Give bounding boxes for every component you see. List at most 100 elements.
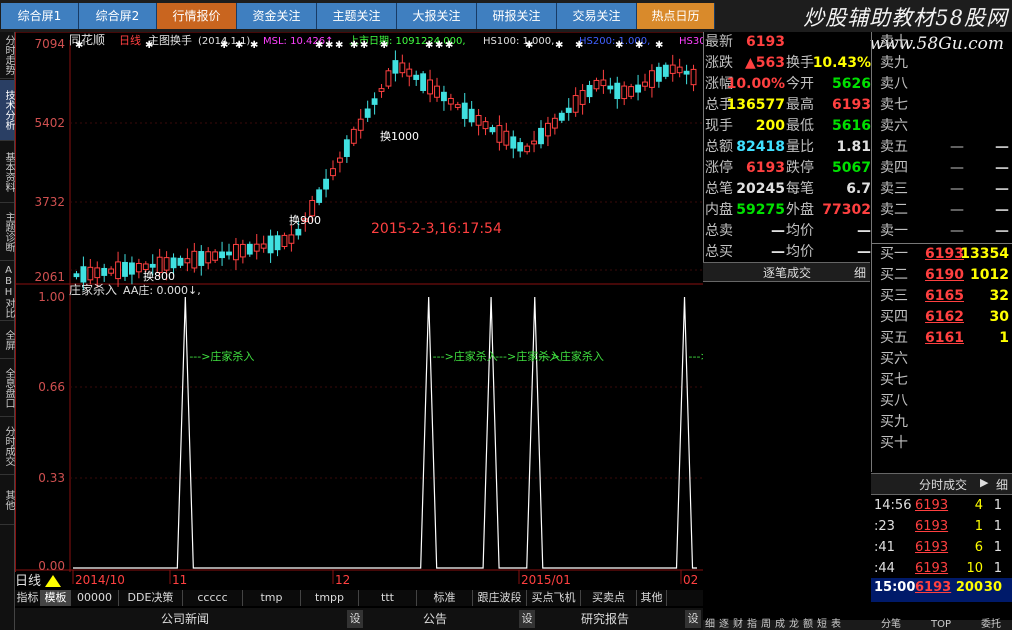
- quote-row: 总手 136577 最高 6193: [704, 95, 871, 116]
- left-tab-0[interactable]: 分时走势: [0, 32, 14, 79]
- quote-value: 6193: [746, 160, 785, 176]
- tick-time: :23: [874, 519, 895, 534]
- left-tab-3[interactable]: 主题诊断: [0, 204, 14, 261]
- tick-count: 1: [993, 540, 1002, 555]
- star-marker-4: ✱: [250, 40, 258, 51]
- news-settings-button-1[interactable]: 设: [519, 610, 535, 628]
- left-tab-5[interactable]: 全屏: [0, 322, 14, 359]
- trade-detail-button[interactable]: 细: [854, 264, 866, 281]
- left-tab-7[interactable]: 分时成交: [0, 418, 14, 475]
- trade-header[interactable]: 逐笔成交 细: [703, 262, 870, 282]
- annotation-2: 换1000: [380, 129, 419, 143]
- news-tab-1[interactable]: 公告: [385, 610, 485, 628]
- left-tab-1[interactable]: 技术分析: [0, 80, 14, 141]
- indicator-tab-11[interactable]: 买卖点: [581, 590, 637, 606]
- quote-label: 最新: [705, 34, 733, 50]
- quote-value-2: —: [857, 223, 871, 239]
- candle-body: [253, 243, 260, 252]
- bottom-tab-6[interactable]: 龙: [789, 620, 799, 630]
- kline-chart[interactable]: 同花顺 日线 主图换手 (2014,1,1) MSL: 10.426↑ 上市日期: 109…: [15, 32, 703, 589]
- star-marker-12: ✱: [435, 40, 443, 51]
- bottom-tab-4[interactable]: 周: [761, 620, 771, 630]
- book-row: 卖四 — —: [872, 158, 1012, 179]
- indicator-tab-2[interactable]: 00000: [71, 590, 119, 606]
- top-tab-4[interactable]: 主题关注: [317, 3, 397, 29]
- indicator-tab-6[interactable]: tmpp: [301, 590, 359, 606]
- top-tab-1[interactable]: 综合屏2: [79, 3, 157, 29]
- candle-body: [108, 268, 115, 274]
- indicator-tab-3[interactable]: DDE决策: [119, 590, 183, 606]
- candle-body: [642, 81, 648, 87]
- top-tab-5[interactable]: 大报关注: [397, 3, 477, 29]
- legend-2: HS100: 1.000,: [483, 36, 554, 47]
- quote-value: ▲563: [745, 55, 785, 71]
- candle-body: [517, 142, 524, 152]
- bottom-tab-10[interactable]: 分笔: [881, 620, 901, 630]
- quote-label: 总卖: [705, 223, 733, 239]
- top-tab-7[interactable]: 交易关注: [557, 3, 637, 29]
- indicator-tab-1[interactable]: 模板: [41, 590, 71, 606]
- candle-body: [621, 85, 628, 100]
- news-settings-button-2[interactable]: 设: [685, 610, 701, 628]
- candle-body: [233, 243, 239, 261]
- indicator-tab-7[interactable]: ttt: [359, 590, 417, 606]
- candle-body: [586, 84, 593, 98]
- bottom-tab-3[interactable]: 指: [747, 620, 757, 630]
- tick-volume: 6: [974, 540, 983, 555]
- bottom-tab-11[interactable]: TOP: [931, 620, 951, 630]
- candle-body: [683, 70, 690, 75]
- tick-header[interactable]: 分时成交 ▶ 细: [871, 473, 1012, 495]
- top-tab-3[interactable]: 资金关注: [237, 3, 317, 29]
- indicator-tab-0[interactable]: 指标: [15, 590, 41, 606]
- book-label: 卖十: [880, 34, 908, 50]
- indicator-tab-8[interactable]: 标准: [417, 590, 473, 606]
- star-marker-2: ✱: [220, 40, 228, 51]
- bottom-tab-2[interactable]: 财: [733, 620, 743, 630]
- tick-count: 1: [993, 561, 1002, 576]
- book-row: 卖六: [872, 116, 1012, 137]
- indicator-tab-10[interactable]: 买点飞机: [527, 590, 581, 606]
- book-label: 卖一: [880, 223, 908, 239]
- indicator-tab-12[interactable]: 其他: [637, 590, 667, 606]
- left-tab-8[interactable]: 其他: [0, 476, 14, 525]
- play-icon[interactable]: ▶: [980, 476, 988, 489]
- indicator-tab-9[interactable]: 跟庄波段: [473, 590, 527, 606]
- candle-body: [441, 91, 447, 102]
- bottom-tab-8[interactable]: 短: [817, 620, 827, 630]
- candle-body: [94, 267, 101, 279]
- candle-body: [135, 262, 142, 273]
- candle-body: [295, 228, 302, 236]
- star-marker-10: ✱: [380, 40, 388, 51]
- news-settings-button-0[interactable]: 设: [347, 610, 363, 628]
- quote-row: 总笔 20245 每笔 6.7: [704, 179, 871, 200]
- candle-body: [337, 157, 343, 163]
- indicator-tab-4[interactable]: ccccc: [183, 590, 243, 606]
- bottom-tab-9[interactable]: 表: [831, 620, 841, 630]
- candle-body: [510, 136, 517, 149]
- left-tab-2[interactable]: 基本资料: [0, 142, 14, 203]
- bottom-tab-12[interactable]: 委托: [981, 620, 1001, 630]
- star-marker-6: ✱: [325, 40, 333, 51]
- signal-label-0: --->庄家杀入: [189, 349, 254, 363]
- quote-value: 20245: [736, 181, 785, 197]
- bottom-tab-7[interactable]: 额: [803, 620, 813, 630]
- book-label: 买四: [880, 309, 908, 325]
- indicator-tab-5[interactable]: tmp: [243, 590, 301, 606]
- signal-label-1: --->庄家杀入: [433, 349, 498, 363]
- top-tab-0[interactable]: 综合屏1: [1, 3, 79, 29]
- top-tab-8[interactable]: 热点日历: [637, 3, 715, 29]
- quote-value: —: [771, 244, 785, 260]
- bottom-tab-1[interactable]: 逐: [719, 620, 729, 630]
- bottom-tab-0[interactable]: 细: [705, 620, 715, 630]
- quote-value: 10.00%: [726, 76, 785, 92]
- news-tab-2[interactable]: 研究报告: [555, 610, 655, 628]
- top-tab-6[interactable]: 研报关注: [477, 3, 557, 29]
- left-tab-4[interactable]: ABH对比: [0, 262, 14, 321]
- bottom-tab-5[interactable]: 成: [775, 620, 785, 630]
- news-bar: 公司新闻 设 公告 设 研究报告 设: [15, 608, 703, 630]
- candle-body: [454, 104, 461, 108]
- tick-detail-button[interactable]: 细: [996, 476, 1008, 493]
- left-tab-6[interactable]: 全息盘口: [0, 360, 14, 417]
- top-tab-2[interactable]: 行情报价: [157, 3, 237, 29]
- news-tab-0[interactable]: 公司新闻: [135, 610, 235, 628]
